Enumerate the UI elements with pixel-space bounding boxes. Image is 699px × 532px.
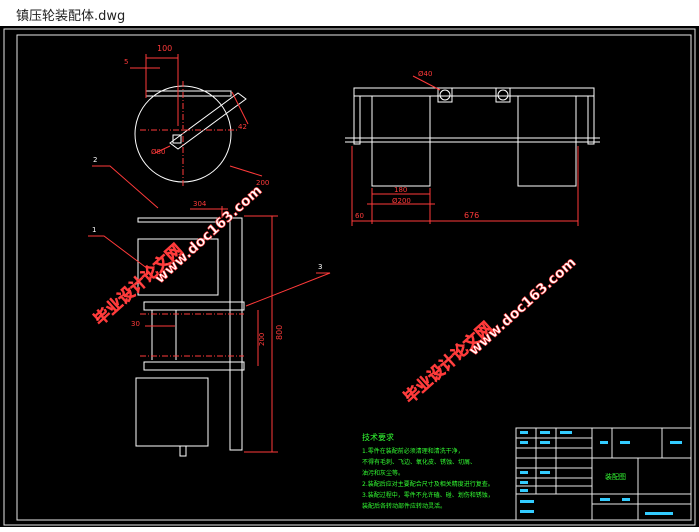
dim-phi40: Ø40 [418,70,432,78]
balloon-1: 1 [92,226,96,234]
window-title: 镇压轮装配体.dwg [16,9,126,24]
dim-100: 100 [157,44,172,53]
side-view [134,81,247,186]
top-view [345,87,600,187]
side-view-dims [130,54,263,177]
watermark-cn: 毕业设计论文网 [400,318,496,407]
tech-req-line: 装配后各转动部件应转动灵活。 [362,502,446,510]
watermark-url: www.doc163.com [466,255,579,359]
dim-phi80: Ø80 [151,148,165,156]
lower-roller [135,377,209,447]
top-frame-bar [353,87,595,97]
drawing-svg: 100 5 42 Ø80 200 Ø40 180 Ø200 60 676 304… [3,28,696,526]
cad-canvas[interactable]: 100 5 42 Ø80 200 Ø40 180 Ø200 60 676 304… [0,26,699,527]
roller-right [517,95,577,187]
dim-phi200: Ø200 [392,197,411,205]
watermark-url: www.doc163.com [152,183,265,287]
tech-req-line: 2.装配后应对主要配合尺寸及相关精度进行复查。 [362,480,494,488]
tech-req-line: 1.零件在装配前必须清理和清洗干净， [362,447,464,455]
tech-req-line: 油污和灰尘等。 [362,469,404,477]
dim-42: 42 [238,123,247,131]
outer-frame [3,28,696,526]
dim-180: 180 [394,186,407,194]
top-view-dims [351,75,579,226]
vertical-post [229,217,243,451]
balloon-3: 3 [318,263,322,271]
title-block-name: 装配图 [605,472,626,481]
dim-5: 5 [124,58,128,66]
dim-304: 304 [193,200,207,208]
dim-60: 60 [355,212,364,220]
window-titlebar: 镇压轮装配体.dwg [0,0,699,26]
dim-30: 30 [131,320,140,328]
tech-req-line: 3.装配过程中，零件不允许磕、碰、划伤和锈蚀， [362,491,494,499]
dim-200: 200 [256,179,269,187]
crossbar-1 [143,301,245,311]
crossbar-2 [143,361,245,371]
dim-676: 676 [464,211,479,220]
top-bracket [145,90,232,97]
roller-left [371,95,431,187]
tech-req-line: 不得有毛刺、飞边、氧化皮、锈蚀、切屑、 [362,458,476,466]
dim-800: 800 [275,325,284,340]
tech-req-title: 技术要求 [362,432,394,442]
technical-requirements: 技术要求 1.零件在装配前必须清理和清洗干净， 不得有毛刺、飞边、氧化皮、锈蚀、… [362,432,494,510]
title-block-fills [520,431,682,515]
balloon-2: 2 [93,156,97,164]
dim-200b: 200 [258,333,266,346]
